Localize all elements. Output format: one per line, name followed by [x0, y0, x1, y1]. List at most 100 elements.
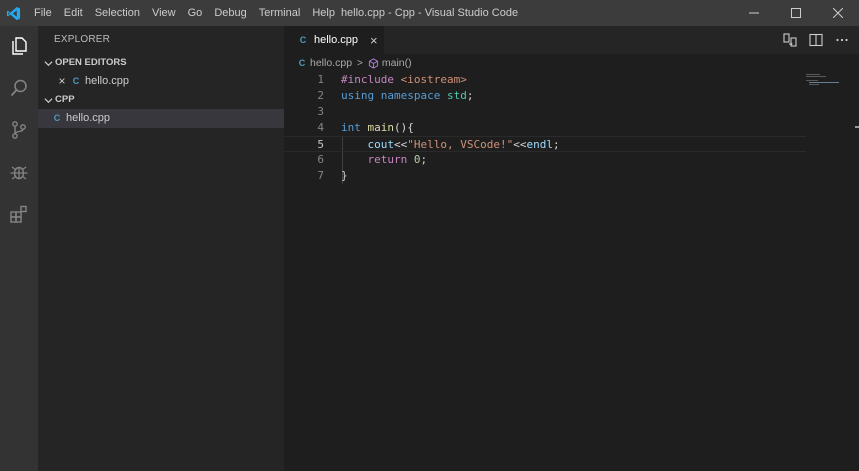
line-number: 2: [317, 89, 324, 102]
code-line[interactable]: 3: [284, 104, 804, 120]
search-icon: [10, 79, 27, 97]
code-token: (){: [394, 121, 414, 134]
line-number: 4: [317, 121, 324, 134]
maximize-button[interactable]: [775, 0, 817, 26]
cpp-file-icon: C: [298, 58, 306, 68]
chevron-down-icon: [41, 96, 55, 105]
minimap[interactable]: [804, 72, 852, 92]
cpp-file-icon: C: [299, 35, 307, 45]
code-token: cout: [367, 138, 395, 151]
code-token: ;: [466, 89, 474, 102]
code-token: namespace: [380, 89, 447, 102]
window-controls: [733, 0, 859, 26]
explorer-sidebar: EXPLORER OPEN EDITORS × C hello.cpp CPP …: [38, 26, 284, 471]
folder-cpp-header[interactable]: CPP: [38, 91, 284, 109]
close-icon: [833, 8, 843, 18]
menu-bar: File Edit Selection View Go Debug Termin…: [28, 0, 341, 26]
title-bar: File Edit Selection View Go Debug Termin…: [0, 0, 859, 26]
activity-source-control[interactable]: [0, 110, 38, 150]
code-line[interactable]: 4 int main(){: [284, 120, 804, 136]
tab-hello-cpp[interactable]: C hello.cpp ×: [284, 26, 384, 54]
line-number: 1: [317, 73, 324, 86]
code-token: <<: [394, 138, 408, 151]
code-editor[interactable]: 1 #include <iostream> 2 using namespace std…: [284, 72, 806, 184]
menu-debug[interactable]: Debug: [208, 0, 252, 26]
tab-label: hello.cpp: [314, 34, 359, 46]
code-line[interactable]: 1 #include <iostream>: [284, 72, 804, 88]
activity-debug[interactable]: [0, 152, 38, 192]
editor-area: C hello.cpp × C hello.cpp > main() 1 #in…: [284, 26, 859, 471]
open-editor-filename: hello.cpp: [85, 75, 130, 87]
tab-bar: C hello.cpp ×: [284, 26, 859, 54]
code-line[interactable]: 2 using namespace std;: [284, 88, 804, 104]
split-editor-button[interactable]: [803, 26, 829, 54]
activity-explorer[interactable]: [0, 26, 38, 66]
line-text: using namespace std;: [341, 88, 473, 104]
sidebar-title: EXPLORER: [54, 34, 111, 45]
line-text: }: [341, 168, 348, 184]
code-token: int: [341, 121, 368, 134]
code-token: using: [341, 89, 381, 102]
menu-selection[interactable]: Selection: [89, 0, 146, 26]
line-number: 5: [317, 138, 324, 151]
chevron-down-icon: [41, 59, 55, 68]
editor-actions: [777, 26, 855, 54]
debug-icon: [10, 166, 28, 180]
method-symbol-icon: [368, 57, 378, 69]
code-token: <<: [513, 138, 527, 151]
code-line[interactable]: 5 cout<<"Hello, VSCode!"<<endl;: [284, 136, 806, 152]
code-token: }: [341, 169, 348, 182]
activity-bar: [0, 26, 38, 471]
line-text: return 0;: [341, 152, 428, 168]
split-editor-icon: [809, 33, 823, 47]
menu-edit[interactable]: Edit: [58, 0, 89, 26]
code-token: "Hello, VSCode!": [407, 138, 514, 151]
menu-terminal[interactable]: Terminal: [253, 0, 307, 26]
code-line[interactable]: 7}: [284, 168, 804, 184]
breadcrumb: C hello.cpp > main(): [284, 54, 859, 72]
menu-view[interactable]: View: [146, 0, 182, 26]
code-token: ;: [420, 153, 428, 166]
code-token: return: [367, 153, 414, 166]
menu-help[interactable]: Help: [306, 0, 341, 26]
breadcrumb-symbol[interactable]: main(): [382, 57, 412, 69]
more-actions-button[interactable]: [829, 26, 855, 54]
menu-file[interactable]: File: [28, 0, 58, 26]
open-editor-item[interactable]: × C hello.cpp: [38, 72, 284, 91]
open-editors-label: OPEN EDITORS: [55, 57, 127, 68]
activity-extensions[interactable]: [0, 194, 38, 234]
folder-label: CPP: [55, 94, 75, 105]
code-token: <iostream>: [400, 73, 467, 86]
activity-search[interactable]: [0, 68, 38, 108]
maximize-icon: [791, 8, 801, 18]
files-icon: [12, 37, 27, 55]
tab-close-icon[interactable]: ×: [370, 33, 378, 48]
open-editors-header[interactable]: OPEN EDITORS: [38, 54, 284, 72]
minimize-button[interactable]: [733, 0, 775, 26]
extensions-icon: [10, 205, 27, 223]
file-item-hello-cpp[interactable]: C hello.cpp: [38, 109, 284, 128]
compare-changes-icon: [783, 33, 797, 47]
close-window-button[interactable]: [817, 0, 859, 26]
cpp-file-icon: C: [72, 76, 80, 86]
menu-go[interactable]: Go: [182, 0, 209, 26]
code-token: endl: [526, 138, 553, 151]
code-line[interactable]: 6 return 0;: [284, 152, 804, 168]
close-icon[interactable]: ×: [55, 72, 69, 91]
code-token: ;: [552, 138, 560, 151]
open-changes-button[interactable]: [777, 26, 803, 54]
code-token: #include: [341, 73, 401, 86]
breadcrumb-file[interactable]: hello.cpp: [310, 57, 352, 69]
vscode-logo-icon: [0, 0, 26, 26]
scrollbar-marker[interactable]: [855, 126, 859, 128]
breadcrumb-separator: >: [357, 57, 363, 69]
cpp-file-icon: C: [53, 113, 61, 123]
source-control-icon: [12, 121, 26, 139]
line-text: cout<<"Hello, VSCode!"<<endl;: [341, 137, 560, 153]
file-name: hello.cpp: [66, 112, 111, 124]
line-text: int main(){: [341, 120, 414, 136]
more-icon: [836, 38, 848, 42]
minimize-icon: [749, 12, 759, 14]
line-number: 7: [317, 169, 324, 182]
